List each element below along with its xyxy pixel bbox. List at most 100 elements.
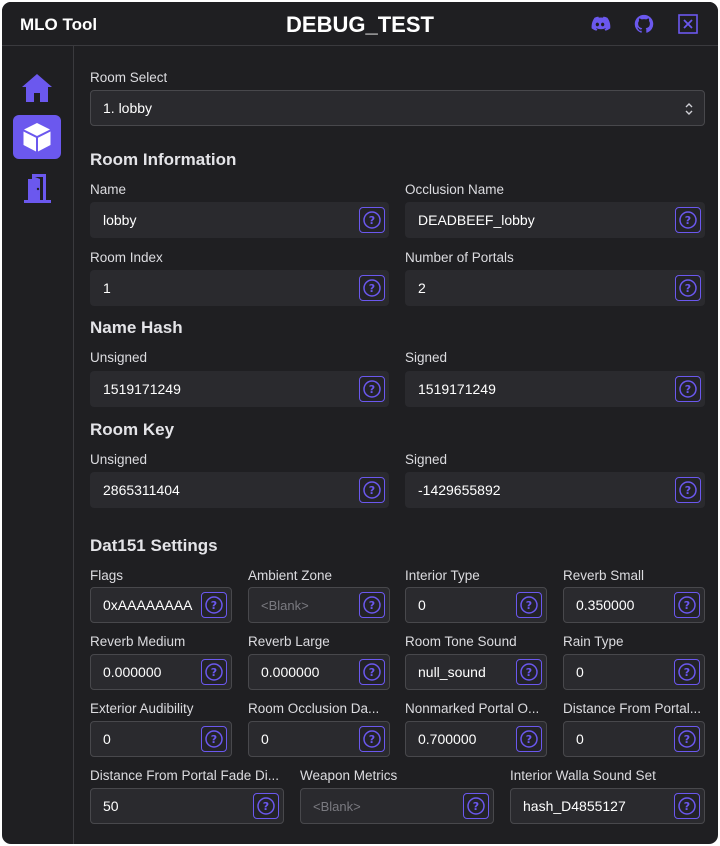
help-icon[interactable]: ? (516, 659, 542, 685)
interior-type-field[interactable]: 0 ? (405, 587, 547, 623)
exterior-audibility-label: Exterior Audibility (90, 701, 194, 716)
svg-text:?: ? (473, 800, 479, 813)
svg-text:?: ? (211, 599, 217, 612)
name-hash-unsigned-field[interactable]: 1519171249 ? (90, 371, 389, 407)
portal-fade-distance-field[interactable]: 50 ? (90, 788, 284, 824)
reverb-medium-field[interactable]: 0.000000 ? (90, 654, 232, 690)
room-key-unsigned-label: Unsigned (90, 452, 148, 467)
help-icon[interactable]: ? (674, 592, 700, 618)
svg-text:?: ? (369, 666, 375, 679)
name-hash-unsigned-value: 1519171249 (103, 381, 181, 397)
room-key-signed-field[interactable]: -1429655892 ? (405, 472, 705, 508)
help-icon[interactable]: ? (253, 793, 279, 819)
weapon-metrics-label: Weapon Metrics (300, 768, 398, 783)
name-hash-signed-field[interactable]: 1519171249 ? (405, 371, 705, 407)
reverb-large-value: 0.000000 (261, 664, 320, 680)
room-key-unsigned-value: 2865311404 (103, 482, 180, 498)
svg-text:?: ? (685, 282, 691, 295)
help-icon[interactable]: ? (675, 275, 701, 301)
name-label: Name (90, 182, 127, 197)
help-icon[interactable]: ? (674, 793, 700, 819)
door-icon (24, 174, 51, 203)
sidebar-item-home[interactable] (13, 66, 61, 110)
svg-text:?: ? (685, 214, 691, 227)
sidebar-item-rooms[interactable] (13, 115, 61, 159)
svg-text:?: ? (526, 733, 532, 746)
room-key-signed-label: Signed (405, 452, 448, 467)
room-info-heading: Room Information (90, 150, 237, 169)
help-icon[interactable]: ? (359, 275, 385, 301)
ambient-zone-field[interactable]: <Blank> ? (248, 587, 390, 623)
room-tone-value: null_sound (418, 664, 486, 680)
room-occlusion-damping-value: 0 (261, 731, 269, 747)
distance-from-portal-field[interactable]: 0 ? (563, 721, 705, 757)
svg-text:?: ? (369, 599, 375, 612)
name-hash-signed-value: 1519171249 (418, 381, 496, 397)
reverb-large-label: Reverb Large (248, 634, 330, 649)
app-name: MLO Tool (20, 15, 98, 34)
discord-icon[interactable] (589, 13, 611, 35)
sidebar-item-portals[interactable] (13, 166, 61, 210)
portal-count-field[interactable]: 2 ? (405, 270, 705, 306)
main-panel: Room Select 1. lobby Room Information Na… (74, 46, 718, 844)
close-icon[interactable] (677, 13, 699, 35)
help-icon[interactable]: ? (674, 726, 700, 752)
help-icon[interactable]: ? (675, 207, 701, 233)
help-icon[interactable]: ? (359, 477, 385, 503)
room-index-field[interactable]: 1 ? (90, 270, 389, 306)
help-icon[interactable]: ? (516, 592, 542, 618)
svg-text:?: ? (369, 733, 375, 746)
help-icon[interactable]: ? (359, 592, 385, 618)
github-icon[interactable] (633, 13, 655, 35)
room-select-value: 1. lobby (103, 100, 153, 116)
occlusion-name-label: Occlusion Name (405, 182, 505, 197)
interior-type-value: 0 (418, 597, 426, 613)
nonmarked-portal-field[interactable]: 0.700000 ? (405, 721, 547, 757)
room-select-label: Room Select (90, 70, 168, 85)
interior-walla-field[interactable]: hash_D4855127 ? (510, 788, 705, 824)
occlusion-name-field[interactable]: DEADBEEF_lobby ? (405, 202, 705, 238)
help-icon[interactable]: ? (675, 477, 701, 503)
name-hash-signed-label: Signed (405, 350, 448, 365)
weapon-metrics-placeholder: <Blank> (313, 799, 361, 814)
help-icon[interactable]: ? (675, 376, 701, 402)
help-icon[interactable]: ? (201, 592, 227, 618)
help-icon[interactable]: ? (359, 659, 385, 685)
room-tone-field[interactable]: null_sound ? (405, 654, 547, 690)
portal-fade-distance-value: 50 (103, 798, 119, 814)
name-field[interactable]: lobby ? (90, 202, 389, 238)
help-icon[interactable]: ? (463, 793, 489, 819)
help-icon[interactable]: ? (201, 659, 227, 685)
help-icon[interactable]: ? (359, 376, 385, 402)
help-icon[interactable]: ? (674, 659, 700, 685)
title-bar: MLO Tool DEBUG_TEST (2, 2, 718, 46)
svg-text:?: ? (526, 599, 532, 612)
reverb-large-field[interactable]: 0.000000 ? (248, 654, 390, 690)
weapon-metrics-field[interactable]: <Blank> ? (300, 788, 494, 824)
svg-text:?: ? (684, 800, 690, 813)
help-icon[interactable]: ? (359, 726, 385, 752)
svg-text:?: ? (369, 484, 375, 497)
svg-text:?: ? (263, 800, 269, 813)
portal-count-label: Number of Portals (405, 250, 514, 265)
room-select-dropdown[interactable]: 1. lobby (90, 90, 705, 126)
svg-text:?: ? (684, 666, 690, 679)
help-icon[interactable]: ? (201, 726, 227, 752)
svg-text:?: ? (684, 733, 690, 746)
rain-type-field[interactable]: 0 ? (563, 654, 705, 690)
room-occlusion-damping-field[interactable]: 0 ? (248, 721, 390, 757)
portal-count-value: 2 (418, 280, 426, 296)
svg-text:?: ? (526, 666, 532, 679)
room-index-label: Room Index (90, 250, 163, 265)
reverb-small-field[interactable]: 0.350000 ? (563, 587, 705, 623)
help-icon[interactable]: ? (516, 726, 542, 752)
room-key-heading: Room Key (90, 420, 175, 439)
room-index-value: 1 (103, 280, 111, 296)
home-icon (22, 74, 52, 102)
exterior-audibility-field[interactable]: 0 ? (90, 721, 232, 757)
room-key-unsigned-field[interactable]: 2865311404 ? (90, 472, 389, 508)
rain-type-value: 0 (576, 664, 584, 680)
flags-field[interactable]: 0xAAAAAAAA ? (90, 587, 232, 623)
ambient-zone-label: Ambient Zone (248, 568, 333, 583)
help-icon[interactable]: ? (359, 207, 385, 233)
